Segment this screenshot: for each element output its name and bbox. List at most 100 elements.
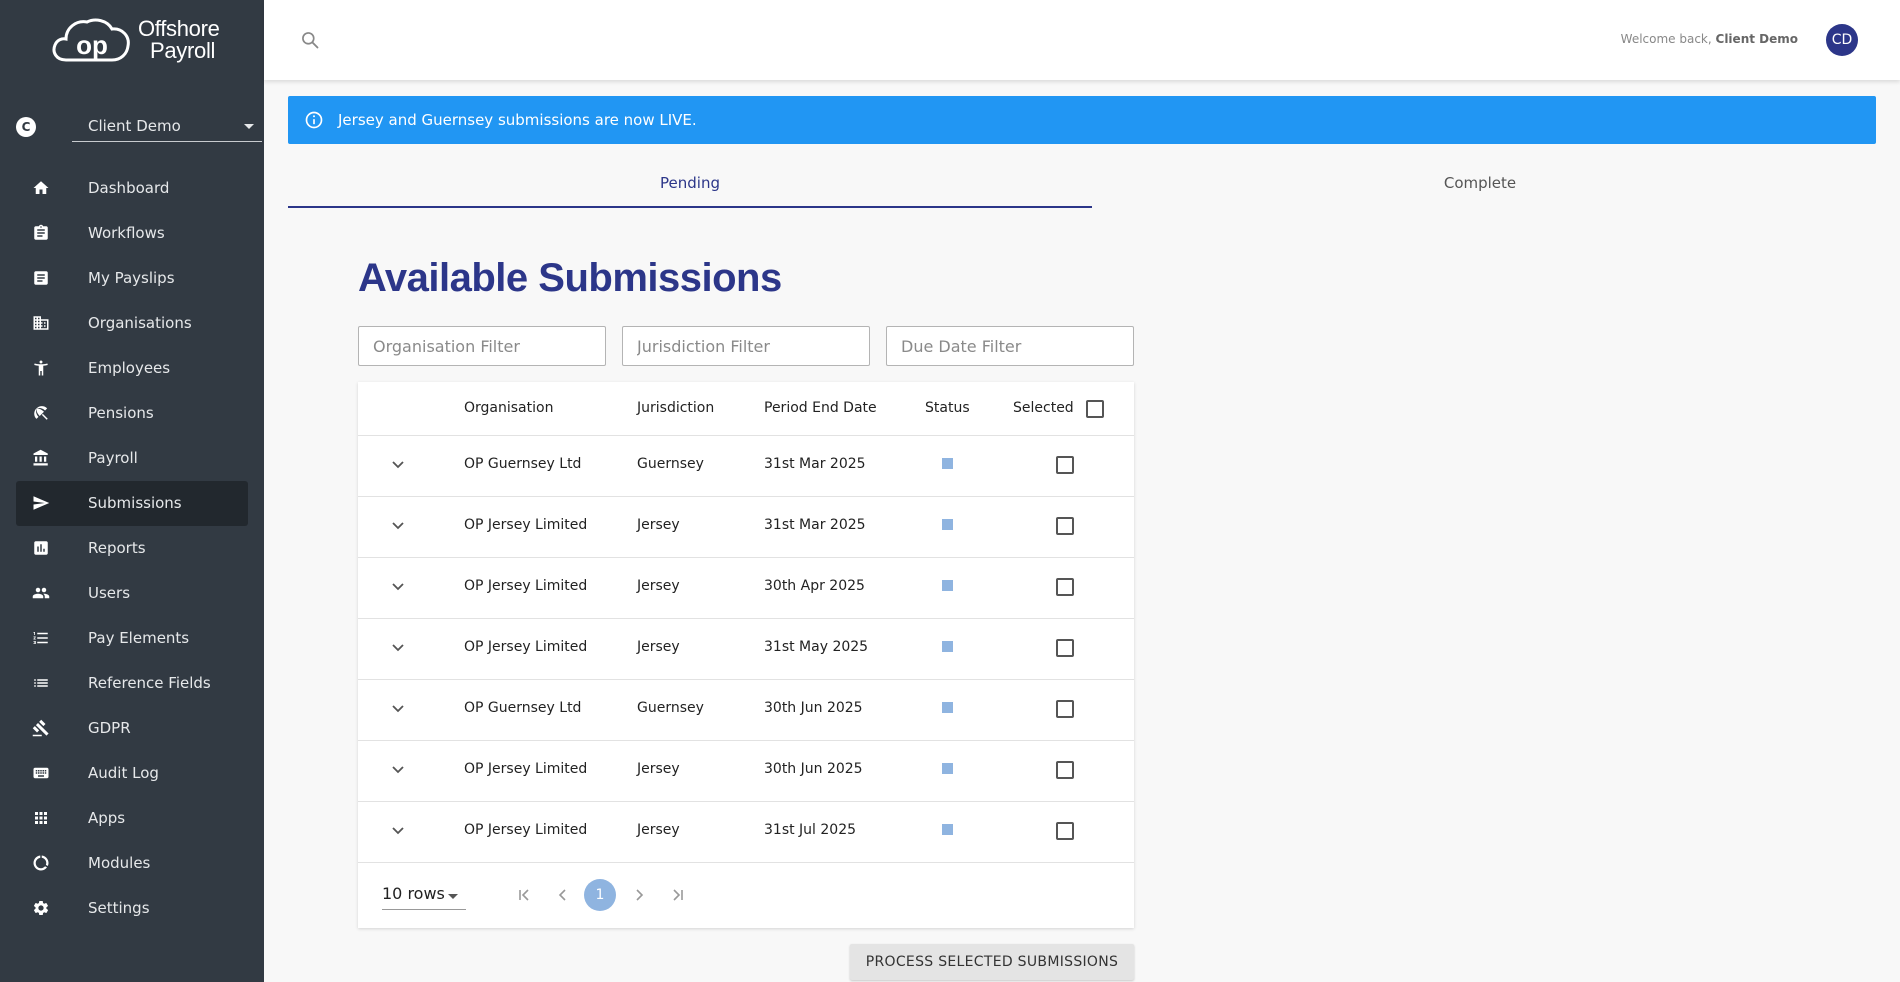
table-header: Organisation Jurisdiction Period End Dat…: [358, 382, 1134, 436]
info-banner: Jersey and Guernsey submissions are now …: [288, 96, 1876, 144]
client-select[interactable]: Client Demo: [72, 112, 262, 142]
row-select-checkbox[interactable]: [1056, 822, 1074, 840]
cell-period-end-date: 30th Apr 2025: [764, 578, 865, 594]
row-select-checkbox[interactable]: [1056, 578, 1074, 596]
status-indicator: [942, 519, 953, 530]
chevron-down-icon[interactable]: [390, 639, 406, 655]
status-indicator: [942, 458, 953, 469]
sidebar-item-label: GDPR: [88, 719, 131, 737]
sidebar-item-audit-log[interactable]: Audit Log: [16, 751, 248, 796]
cell-jurisdiction: Jersey: [637, 822, 680, 838]
cell-jurisdiction: Jersey: [637, 517, 680, 533]
table-row: OP Jersey Limited Jersey 30th Apr 2025: [358, 558, 1134, 619]
document-icon: [32, 269, 50, 287]
due-date-filter-input[interactable]: [886, 326, 1134, 366]
sidebar-item-label: Pensions: [88, 404, 154, 422]
building-icon: [32, 314, 50, 332]
sidebar-item-reference-fields[interactable]: Reference Fields: [16, 661, 248, 706]
status-indicator: [942, 641, 953, 652]
first-page-icon[interactable]: [516, 886, 534, 904]
cell-organisation: OP Jersey Limited: [464, 822, 588, 838]
sidebar-nav: Dashboard Workflows My Payslips Organisa…: [16, 166, 248, 931]
welcome-message: Welcome back, Client Demo: [1621, 32, 1798, 46]
tab-complete[interactable]: Complete: [1092, 170, 1868, 208]
row-select-checkbox[interactable]: [1056, 761, 1074, 779]
chevron-down-icon[interactable]: [390, 822, 406, 838]
submissions-table: Organisation Jurisdiction Period End Dat…: [358, 382, 1134, 928]
logo-mark: op: [76, 30, 108, 60]
sidebar-item-label: Reports: [88, 539, 146, 557]
cloud-logo-icon: op: [52, 18, 130, 62]
rows-per-page-value: 10 rows: [382, 884, 445, 903]
welcome-prefix: Welcome back,: [1620, 32, 1716, 46]
last-page-icon[interactable]: [668, 886, 686, 904]
sidebar: op Offshore Payroll C Client Demo Dashbo…: [0, 0, 264, 982]
sidebar-item-gdpr[interactable]: GDPR: [16, 706, 248, 751]
sidebar-item-modules[interactable]: Modules: [16, 841, 248, 886]
sidebar-item-label: Modules: [88, 854, 151, 872]
cell-organisation: OP Jersey Limited: [464, 761, 588, 777]
chevron-down-icon[interactable]: [390, 517, 406, 533]
sidebar-item-label: Workflows: [88, 224, 165, 242]
sidebar-item-payroll[interactable]: Payroll: [16, 436, 248, 481]
sidebar-item-dashboard[interactable]: Dashboard: [16, 166, 248, 211]
row-select-checkbox[interactable]: [1056, 639, 1074, 657]
sidebar-item-label: Employees: [88, 359, 171, 377]
chevron-down-icon[interactable]: [390, 700, 406, 716]
process-selected-submissions-button[interactable]: PROCESS SELECTED SUBMISSIONS: [850, 944, 1134, 980]
cell-period-end-date: 31st May 2025: [764, 639, 869, 655]
sidebar-item-workflows[interactable]: Workflows: [16, 211, 248, 256]
paginator: 10 rows 1: [358, 864, 1134, 928]
sidebar-item-users[interactable]: Users: [16, 571, 248, 616]
sidebar-item-employees[interactable]: Employees: [16, 346, 248, 391]
cell-period-end-date: 30th Jun 2025: [764, 700, 863, 716]
home-icon: [32, 179, 50, 197]
sidebar-item-label: Reference Fields: [88, 674, 211, 692]
sidebar-item-submissions[interactable]: Submissions: [16, 481, 248, 526]
cell-organisation: OP Guernsey Ltd: [464, 700, 582, 716]
page-title: Available Submissions: [358, 256, 782, 300]
status-indicator: [942, 580, 953, 591]
tab-pending[interactable]: Pending: [288, 170, 1092, 208]
previous-page-icon[interactable]: [554, 886, 572, 904]
sidebar-item-label: Settings: [88, 899, 150, 917]
organisation-filter-input[interactable]: [358, 326, 606, 366]
avatar[interactable]: CD: [1826, 24, 1858, 56]
tab-label: Pending: [660, 174, 720, 192]
sidebar-item-label: Pay Elements: [88, 629, 190, 647]
welcome-user-name: Client Demo: [1715, 32, 1798, 46]
sidebar-item-apps[interactable]: Apps: [16, 796, 248, 841]
select-all-checkbox[interactable]: [1086, 400, 1104, 418]
page-button-current[interactable]: 1: [584, 879, 616, 911]
search-icon[interactable]: [300, 30, 320, 50]
table-row: OP Jersey Limited Jersey 30th Jun 2025: [358, 741, 1134, 802]
table-row: OP Guernsey Ltd Guernsey 30th Jun 2025: [358, 680, 1134, 741]
info-banner-text: Jersey and Guernsey submissions are now …: [338, 111, 697, 129]
sidebar-item-pensions[interactable]: Pensions: [16, 391, 248, 436]
offshore-payroll-logo[interactable]: op Offshore Payroll: [52, 16, 220, 64]
cell-organisation: OP Jersey Limited: [464, 639, 588, 655]
row-select-checkbox[interactable]: [1056, 700, 1074, 718]
sidebar-item-pay-elements[interactable]: Pay Elements: [16, 616, 248, 661]
jurisdiction-filter-input[interactable]: [622, 326, 870, 366]
chevron-down-icon[interactable]: [390, 578, 406, 594]
bar-chart-icon: [32, 539, 50, 557]
cell-organisation: OP Jersey Limited: [464, 517, 588, 533]
row-select-checkbox[interactable]: [1056, 456, 1074, 474]
sidebar-item-settings[interactable]: Settings: [16, 886, 248, 931]
sidebar-item-label: Organisations: [88, 314, 192, 332]
client-switcher: C Client Demo: [16, 112, 262, 146]
sidebar-item-organisations[interactable]: Organisations: [16, 301, 248, 346]
sidebar-item-reports[interactable]: Reports: [16, 526, 248, 571]
sidebar-item-my-payslips[interactable]: My Payslips: [16, 256, 248, 301]
status-indicator: [942, 824, 953, 835]
next-page-icon[interactable]: [630, 886, 648, 904]
rows-per-page-select[interactable]: 10 rows: [382, 880, 466, 910]
status-indicator: [942, 702, 953, 713]
cell-period-end-date: 30th Jun 2025: [764, 761, 863, 777]
column-header-organisation: Organisation: [464, 400, 554, 416]
chevron-down-icon[interactable]: [390, 761, 406, 777]
chevron-down-icon[interactable]: [390, 456, 406, 472]
list-icon: [32, 674, 50, 692]
row-select-checkbox[interactable]: [1056, 517, 1074, 535]
